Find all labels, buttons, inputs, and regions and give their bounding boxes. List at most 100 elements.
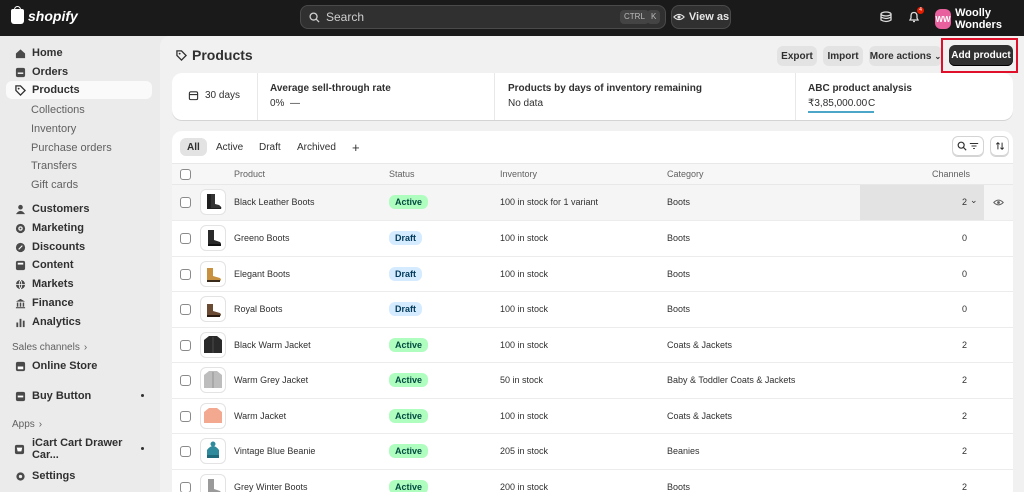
sidebar-item-markets[interactable]: Markets [6,275,152,293]
chevron-right-icon: › [38,419,43,430]
sidebar-item-customers[interactable]: Customers [6,200,152,218]
column-header-category[interactable]: Category [667,169,704,179]
target-icon [14,222,26,234]
row-checkbox[interactable] [180,304,191,315]
shopify-logo[interactable]: shopify [11,5,78,24]
stat-title-sell-through[interactable]: Average sell-through rate [270,83,391,94]
tab-all[interactable]: All [180,138,207,156]
product-name[interactable]: Greeno Boots [234,233,290,243]
row-checkbox[interactable] [180,375,191,386]
table-row[interactable]: Grey Winter Boots Active 200 in stock Bo… [172,470,1013,492]
channels-cell[interactable]: 2 [962,197,967,207]
sidebar-item-orders[interactable]: Orders [6,63,152,81]
more-dot-icon [141,394,144,397]
product-thumbnail [200,225,226,251]
row-checkbox[interactable] [180,446,191,457]
channels-cell[interactable]: 0 [962,233,967,243]
sidebar-item-products[interactable]: Products [6,81,152,99]
bank-icon [14,297,26,309]
column-header-channels[interactable]: Channels [932,169,970,179]
channels-cell[interactable]: 2 [962,411,967,421]
sidebar-item-settings[interactable]: Settings [6,467,152,485]
sidebar-subitem-gift-cards[interactable]: Gift cards [31,179,78,191]
select-all-checkbox[interactable] [180,169,191,180]
inventory-cell: 200 in stock [500,481,549,492]
column-header-inventory[interactable]: Inventory [500,169,537,179]
sidebar-item-label: Customers [32,203,90,215]
product-name[interactable]: Black Leather Boots [234,197,315,207]
category-cell: Boots [667,481,691,492]
product-name[interactable]: Black Warm Jacket [234,340,311,350]
channels-cell[interactable]: 0 [962,304,967,314]
chevron-right-icon: › [83,342,88,353]
product-thumbnail [200,473,226,492]
stat-title-abc-analysis[interactable]: ABC product analysis [808,83,912,94]
row-checkbox[interactable] [180,268,191,280]
row-checkbox[interactable] [180,233,191,244]
table-row[interactable]: Black Warm Jacket Active 100 in stock Co… [172,328,1013,363]
row-checkbox[interactable] [180,339,191,351]
chevron-down-icon[interactable]: ⌄ [970,195,978,206]
row-checkbox[interactable] [180,410,191,422]
sort-button[interactable] [990,136,1009,156]
product-name[interactable]: Royal Boots [234,304,283,314]
sidebar-subitem-inventory[interactable]: Inventory [31,123,76,135]
apps-section[interactable]: Apps › [12,419,42,430]
sidebar-item-home[interactable]: Home [6,44,152,62]
product-name[interactable]: Elegant Boots [234,269,290,279]
channels-cell[interactable]: 2 [962,375,967,385]
row-checkbox[interactable] [180,197,191,208]
table-row[interactable]: Vintage Blue Beanie Active 205 in stock … [172,434,1013,470]
table-row[interactable]: Warm Grey Jacket Active 50 in stock Baby… [172,363,1013,399]
table-row[interactable]: Warm Jacket Active 100 in stock Coats & … [172,399,1013,434]
view-as-button[interactable]: View as [671,5,731,29]
product-name[interactable]: Warm Jacket [234,411,286,421]
product-name[interactable]: Grey Winter Boots [234,482,308,492]
tab-active[interactable]: Active [209,138,250,156]
apps-label: Apps [12,419,35,430]
column-header-product[interactable]: Product [234,169,265,179]
database-icon[interactable] [878,9,894,25]
stat-title-days-inventory[interactable]: Products by days of inventory remaining [508,83,702,94]
more-actions-button[interactable]: More actions ⌄ [869,46,942,66]
channels-cell[interactable]: 2 [962,482,967,492]
sidebar-subitem-purchase-orders[interactable]: Purchase orders [31,142,112,154]
add-product-button[interactable]: Add product [949,45,1013,66]
table-row[interactable]: Royal Boots Draft 100 in stock Boots 0 [172,292,1013,328]
table-row[interactable]: Black Leather Boots Active 100 in stock … [172,185,1013,221]
row-checkbox[interactable] [180,481,191,492]
sidebar-subitem-collections[interactable]: Collections [31,104,85,116]
tab-archived[interactable]: Archived [290,138,343,156]
sidebar-item-label: Products [32,84,80,96]
table-row[interactable]: Greeno Boots Draft 100 in stock Boots 0 [172,221,1013,257]
sidebar-item-content[interactable]: Content [6,256,152,274]
sidebar-item-buy-button[interactable]: Buy Button [6,387,152,405]
sidebar-item-discounts[interactable]: Discounts [6,238,152,256]
sidebar-subitem-transfers[interactable]: Transfers [31,160,77,172]
blue-beanie-image [207,441,219,458]
add-view-button[interactable]: + [345,138,367,156]
sidebar-item-marketing[interactable]: Marketing [6,219,152,237]
search-filter-button[interactable] [952,136,984,156]
sales-channels-section[interactable]: Sales channels › [12,342,87,353]
export-button[interactable]: Export [777,46,817,66]
date-range-picker[interactable]: 30 days [188,90,240,101]
sidebar-item-analytics[interactable]: Analytics [6,313,152,331]
tab-draft[interactable]: Draft [252,138,288,156]
sidebar-item-online-store[interactable]: Online Store [6,357,152,375]
store-menu[interactable]: WW Woolly Wonders [935,7,1024,31]
import-button[interactable]: Import [823,46,863,66]
sidebar-item-icart-app[interactable]: iCart Cart Drawer Car... [6,437,152,461]
table-row[interactable]: Elegant Boots Draft 100 in stock Boots 0 [172,257,1013,292]
channels-cell[interactable]: 2 [962,446,967,456]
channels-cell[interactable]: 0 [962,269,967,279]
product-name[interactable]: Warm Grey Jacket [234,375,308,385]
eye-icon[interactable] [993,198,1004,207]
black-jacket-image [204,335,222,353]
channels-cell[interactable]: 2 [962,340,967,350]
column-header-status[interactable]: Status [389,169,415,179]
black-boot-image [207,194,222,209]
search-input[interactable]: Search CTRL K [300,5,666,29]
product-name[interactable]: Vintage Blue Beanie [234,446,315,456]
sidebar-item-finance[interactable]: Finance [6,294,152,312]
